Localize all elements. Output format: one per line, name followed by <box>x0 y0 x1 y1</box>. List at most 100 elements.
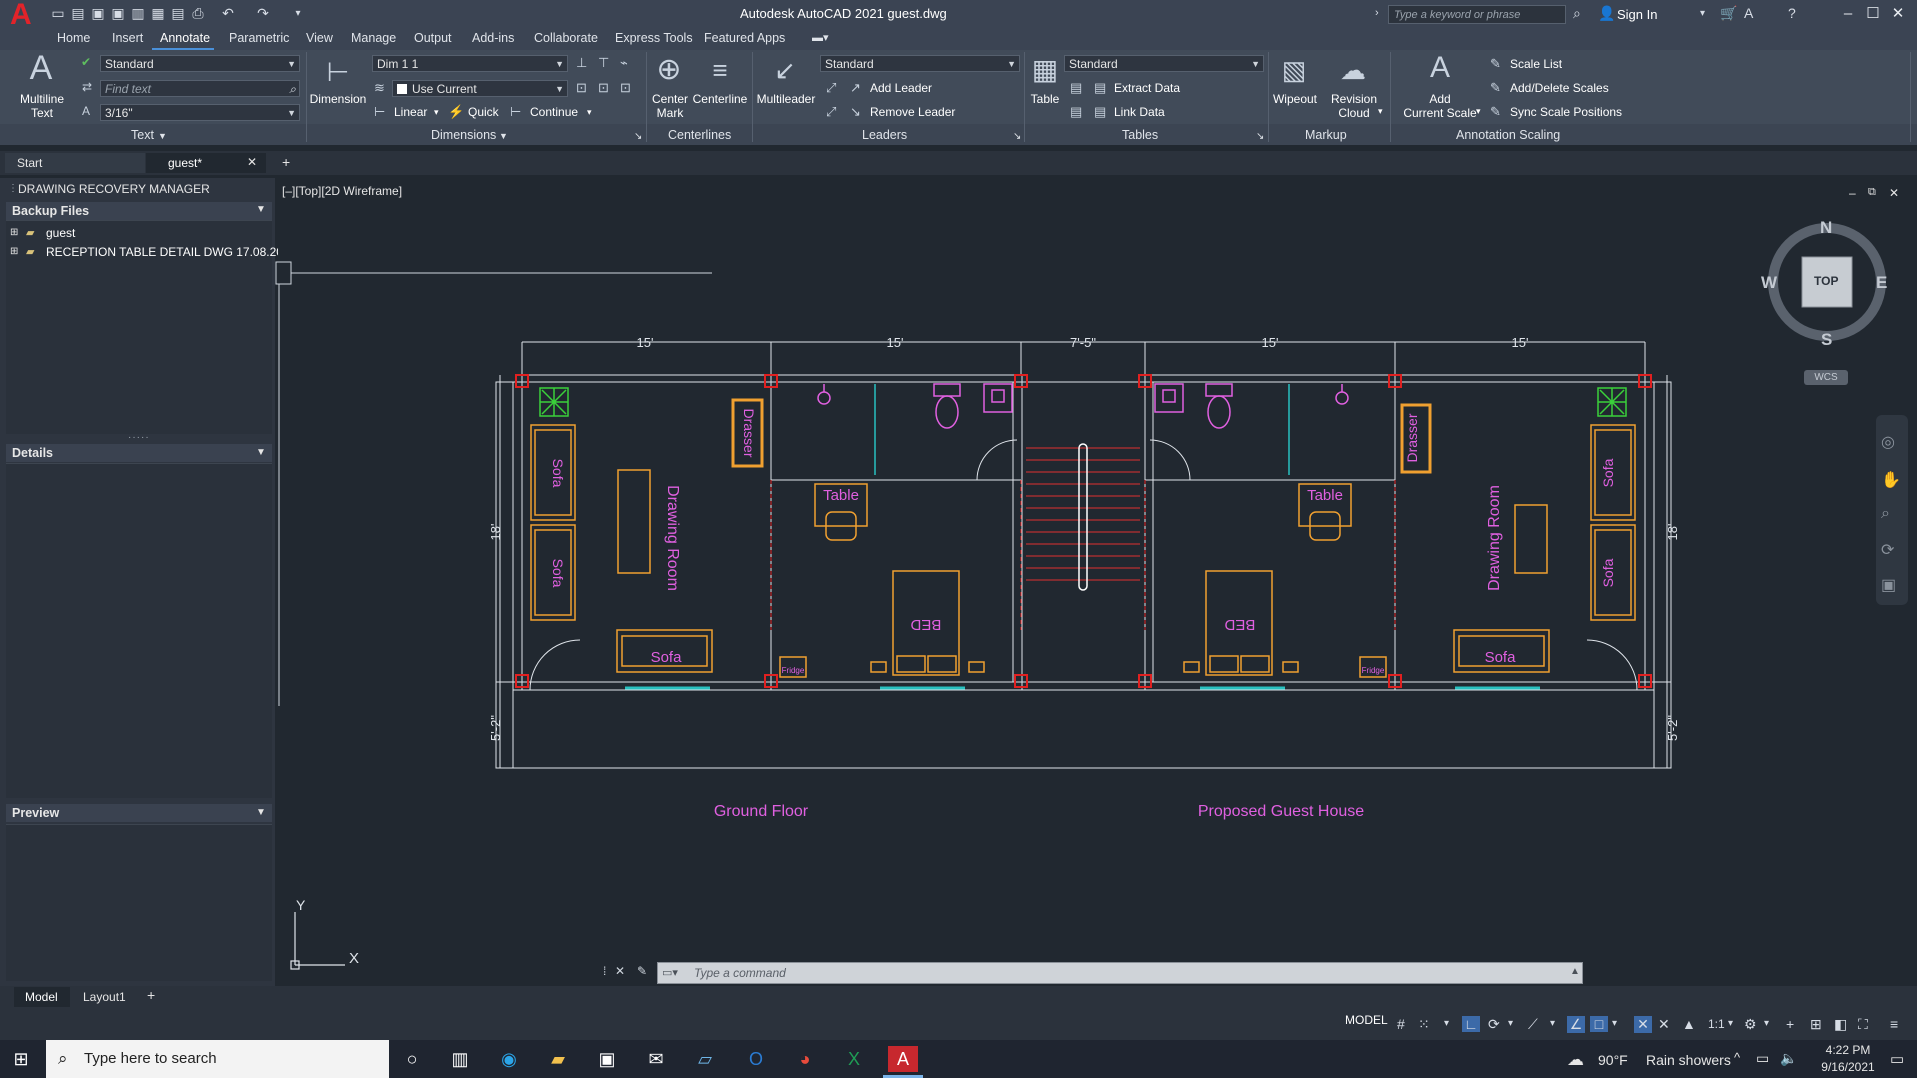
model-space-toggle[interactable]: MODEL <box>1345 1013 1388 1027</box>
zoom-icon[interactable]: ⌕ <box>1881 505 1890 523</box>
annotation-scale-value[interactable]: 1:1 <box>1708 1017 1725 1031</box>
dim-right-18: 18' <box>1665 524 1680 541</box>
command-history-icon[interactable]: ▲ <box>1570 966 1580 977</box>
orbit-icon[interactable]: ⟳ <box>1881 540 1894 560</box>
recent-commands-icon[interactable]: ▭▾ <box>662 966 678 979</box>
dim-top-5: 15' <box>1512 335 1529 350</box>
notifications-icon[interactable]: ▭ <box>1890 1050 1904 1068</box>
clock-time[interactable]: 4:22 PM <box>1810 1043 1886 1057</box>
weather-icon[interactable]: ☁ <box>1567 1050 1584 1070</box>
customize-wrench-icon[interactable]: ✎ <box>637 964 647 978</box>
label-bed-right: BED <box>1224 616 1255 633</box>
object-snap-icon[interactable]: □ <box>1590 1016 1608 1032</box>
ortho-icon[interactable]: ∟ <box>1462 1016 1480 1032</box>
polar-icon[interactable]: ⟳ <box>1488 1016 1500 1033</box>
command-close-icon[interactable]: ✕ <box>615 964 625 978</box>
label-table-right: Table <box>1307 487 1343 504</box>
store-icon[interactable]: ▣ <box>592 1046 622 1072</box>
caption-proposed-guest-house: Proposed Guest House <box>1198 803 1364 820</box>
chrome-icon[interactable]: ◕ <box>790 1046 820 1072</box>
chevron-down-icon[interactable]: ▾ <box>1764 1018 1769 1029</box>
dim-top-4: 15' <box>1262 335 1279 350</box>
dim-top-1: 15' <box>637 335 654 350</box>
snap-icon[interactable]: ⁙ <box>1418 1016 1430 1033</box>
annotation-visibility-icon[interactable]: ✕ <box>1634 1016 1652 1033</box>
grid-icon[interactable]: # <box>1397 1016 1405 1032</box>
dim-top-2: 15' <box>887 335 904 350</box>
volume-icon[interactable]: 🔈 <box>1780 1050 1797 1067</box>
taskbar-search-input[interactable]: Type here to search <box>46 1040 389 1078</box>
outlook-icon[interactable]: O <box>741 1046 771 1072</box>
label-fridge-left: Fridge <box>782 666 805 675</box>
label-bed-left: BED <box>910 616 941 633</box>
customize-menu-icon[interactable]: ≡ <box>1890 1016 1898 1032</box>
pan-icon[interactable]: ✋ <box>1881 470 1901 490</box>
viewcube-south[interactable]: S <box>1821 330 1832 350</box>
cortana-icon[interactable]: ○ <box>397 1046 427 1072</box>
crosshair-box <box>275 261 292 285</box>
wcs-menu[interactable]: WCS <box>1804 370 1848 385</box>
dim-right-bottom: 5'-2" <box>1665 715 1680 741</box>
viewcube-top-face[interactable]: TOP <box>1814 274 1838 288</box>
caption-ground-floor: Ground Floor <box>714 803 809 820</box>
floor-plan-drawing: 15' 15' 7'-5" 15' 15' 18' 18' 5'-2" 5'-2… <box>275 223 1908 970</box>
label-sofa-1: Sofa <box>550 459 566 488</box>
dim-left-bottom: 5'-2" <box>488 715 503 741</box>
clean-screen-icon[interactable]: ⛶ <box>1858 1016 1868 1033</box>
label-dresser-right: Drasser <box>1404 413 1420 462</box>
chevron-down-icon[interactable]: ▾ <box>1508 1018 1513 1029</box>
layout-tab-bar <box>0 986 1917 1010</box>
chevron-down-icon[interactable]: ▾ <box>1728 1018 1733 1029</box>
file-explorer-icon[interactable]: ▰ <box>543 1046 573 1072</box>
label-drawing-room-left: Drawing Room <box>664 485 681 591</box>
ucs-y-label: Y <box>296 897 306 913</box>
excel-icon[interactable]: X <box>839 1046 869 1072</box>
workspace-gear-icon[interactable]: ⚙ <box>1744 1016 1757 1033</box>
command-line[interactable] <box>657 962 1583 984</box>
command-grip-icon[interactable]: ⁞ <box>603 964 606 978</box>
label-dresser-left: Drasser <box>741 408 757 457</box>
mail-icon[interactable]: ✉ <box>641 1046 671 1072</box>
label-sofa-4: Sofa <box>1600 458 1616 487</box>
steering-wheel-icon[interactable]: ◎ <box>1881 432 1895 452</box>
label-sofa-6: Sofa <box>1485 649 1517 666</box>
annotation-monitor-icon[interactable]: + <box>1786 1016 1794 1032</box>
dim-left-18: 18' <box>488 524 503 541</box>
label-sofa-3: Sofa <box>651 649 683 666</box>
showmotion-icon[interactable]: ▣ <box>1881 575 1896 595</box>
annotation-scale-icon[interactable]: ▲ <box>1682 1016 1696 1032</box>
chevron-down-icon[interactable]: ▾ <box>1612 1018 1617 1029</box>
new-layout-icon[interactable]: + <box>147 987 155 1003</box>
model-tab[interactable]: Model <box>25 990 58 1004</box>
windows-start-icon[interactable]: ⊞ <box>6 1046 36 1072</box>
clock-date[interactable]: 9/16/2021 <box>1810 1060 1886 1074</box>
autocad-taskbar-icon[interactable]: A <box>888 1046 918 1072</box>
chevron-up-icon[interactable]: ^ <box>1734 1050 1740 1065</box>
chevron-down-icon[interactable]: ▾ <box>1444 1018 1449 1029</box>
chevron-down-icon[interactable]: ▾ <box>1550 1018 1555 1029</box>
viewcube-east[interactable]: E <box>1876 273 1887 293</box>
task-view-icon[interactable]: ▥ <box>445 1046 475 1072</box>
label-table-left: Table <box>823 487 859 504</box>
label-sofa-5: Sofa <box>1600 558 1616 587</box>
layout1-tab[interactable]: Layout1 <box>83 990 126 1004</box>
object-snap-tracking-icon[interactable]: ∠ <box>1567 1016 1585 1033</box>
viewcube-north[interactable]: N <box>1820 218 1832 238</box>
isolate-objects-icon[interactable]: ◧ <box>1834 1016 1847 1033</box>
isodraft-icon[interactable]: ⟋ <box>1528 1016 1538 1033</box>
weather-description[interactable]: Rain showers <box>1646 1052 1731 1068</box>
status-bar <box>0 1010 1917 1040</box>
label-fridge-right: Fridge <box>1362 666 1385 675</box>
command-input[interactable]: Type a command <box>694 966 786 980</box>
network-icon[interactable]: ▭ <box>1756 1050 1769 1067</box>
dim-top-3: 7'-5" <box>1070 335 1096 350</box>
viewcube-west[interactable]: W <box>1761 273 1777 293</box>
weather-temperature[interactable]: 90°F <box>1598 1052 1628 1068</box>
label-sofa-2: Sofa <box>550 559 566 588</box>
search-icon: ⌕ <box>58 1049 68 1068</box>
units-icon[interactable]: ⊞ <box>1810 1016 1822 1033</box>
edge-icon[interactable]: ◉ <box>494 1046 524 1072</box>
auto-scale-icon[interactable]: ✕ <box>1658 1016 1670 1033</box>
taskbar-app-icon[interactable]: ▱ <box>690 1046 720 1072</box>
label-drawing-room-right: Drawing Room <box>1486 485 1503 591</box>
